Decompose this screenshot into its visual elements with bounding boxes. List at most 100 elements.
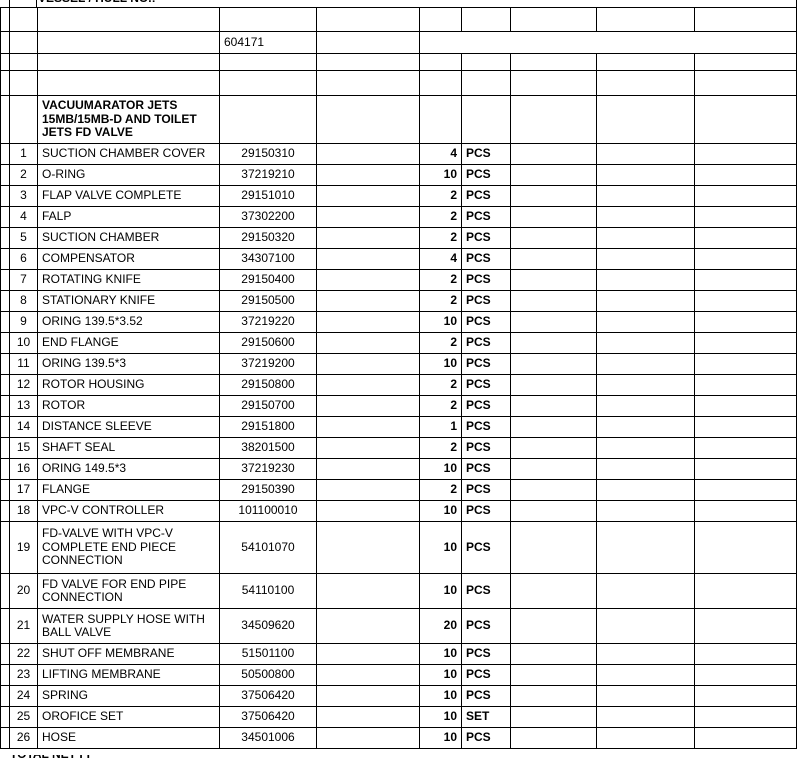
cell-desc_del[interactable] <box>510 521 597 574</box>
cell-amount[interactable] <box>694 437 797 459</box>
cell-desc_del[interactable] <box>510 227 597 249</box>
cell-amount[interactable] <box>694 685 797 707</box>
cell-unit_price[interactable] <box>596 206 695 228</box>
cell-desc_del[interactable] <box>510 143 597 165</box>
cell-drawing_no[interactable] <box>316 437 420 459</box>
cell-unit_price[interactable] <box>596 706 695 728</box>
cell-desc_del[interactable] <box>510 416 597 438</box>
cell-unit_price[interactable] <box>596 608 695 644</box>
cell-desc_del[interactable] <box>510 395 597 417</box>
cell-unit_price[interactable] <box>596 643 695 665</box>
cell-drawing_no[interactable] <box>316 573 420 609</box>
cell-desc_del[interactable] <box>510 437 597 459</box>
cell-unit_price[interactable] <box>596 395 695 417</box>
cell-amount[interactable] <box>694 353 797 375</box>
cell-amount[interactable] <box>694 269 797 291</box>
cell-drawing_no[interactable] <box>316 311 420 333</box>
cell-amount[interactable] <box>694 573 797 609</box>
cell-amount[interactable] <box>694 643 797 665</box>
cell-unit_price[interactable] <box>596 248 695 270</box>
cell-amount[interactable] <box>694 206 797 228</box>
cell-amount[interactable] <box>694 332 797 354</box>
cell-drawing_no[interactable] <box>316 353 420 375</box>
cell-unit_price[interactable] <box>596 437 695 459</box>
cell-amount[interactable] <box>694 185 797 207</box>
cell-amount[interactable] <box>694 395 797 417</box>
cell-drawing_no[interactable] <box>316 643 420 665</box>
currency-value[interactable] <box>694 53 797 71</box>
cell-drawing_no[interactable] <box>316 416 420 438</box>
cell-desc_del[interactable] <box>510 685 597 707</box>
model-value[interactable]: 604171 <box>219 31 317 54</box>
cell-drawing_no[interactable] <box>316 500 420 522</box>
cell-drawing_no[interactable] <box>316 248 420 270</box>
cell-unit_price[interactable] <box>596 374 695 396</box>
cell-desc_del[interactable] <box>510 248 597 270</box>
cell-drawing_no[interactable] <box>316 143 420 165</box>
manufacturer-value[interactable] <box>37 31 220 54</box>
cell-drawing_no[interactable] <box>316 269 420 291</box>
cell-desc_del[interactable] <box>510 664 597 686</box>
cell-amount[interactable] <box>694 143 797 165</box>
cell-drawing_no[interactable] <box>316 227 420 249</box>
cell-amount[interactable] <box>694 311 797 333</box>
cell-amount[interactable] <box>694 706 797 728</box>
cell-unit_price[interactable] <box>596 458 695 480</box>
cell-desc_del[interactable] <box>510 374 597 396</box>
cell-drawing_no[interactable] <box>316 727 420 749</box>
cell-desc_del[interactable] <box>510 479 597 501</box>
cell-unit_price[interactable] <box>596 479 695 501</box>
cell-unit_price[interactable] <box>596 164 695 186</box>
cell-unit_price[interactable] <box>596 143 695 165</box>
cell-desc_del[interactable] <box>510 608 597 644</box>
cell-drawing_no[interactable] <box>316 185 420 207</box>
cell-amount[interactable] <box>694 500 797 522</box>
serial-value[interactable] <box>316 31 420 54</box>
cell-amount[interactable] <box>694 727 797 749</box>
cell-desc_del[interactable] <box>510 706 597 728</box>
cell-unit_price[interactable] <box>596 353 695 375</box>
cell-desc_del[interactable] <box>510 500 597 522</box>
cell-drawing_no[interactable] <box>316 521 420 574</box>
cell-amount[interactable] <box>694 290 797 312</box>
cell-drawing_no[interactable] <box>316 685 420 707</box>
cell-desc_del[interactable] <box>510 332 597 354</box>
cell-desc_del[interactable] <box>510 290 597 312</box>
cell-amount[interactable] <box>694 416 797 438</box>
cell-drawing_no[interactable] <box>316 206 420 228</box>
cell-drawing_no[interactable] <box>316 374 420 396</box>
cell-unit_price[interactable] <box>596 332 695 354</box>
cell-drawing_no[interactable] <box>316 290 420 312</box>
cell-amount[interactable] <box>694 521 797 574</box>
cell-unit_price[interactable] <box>596 727 695 749</box>
cell-unit_price[interactable] <box>596 521 695 574</box>
cell-desc_del[interactable] <box>510 643 597 665</box>
cell-desc_del[interactable] <box>510 353 597 375</box>
cell-drawing_no[interactable] <box>316 608 420 644</box>
cell-amount[interactable] <box>694 608 797 644</box>
cell-unit_price[interactable] <box>596 227 695 249</box>
cell-drawing_no[interactable] <box>316 479 420 501</box>
group-title-unit-price[interactable] <box>596 95 695 144</box>
cell-unit_price[interactable] <box>596 685 695 707</box>
cell-desc_del[interactable] <box>510 311 597 333</box>
cell-drawing_no[interactable] <box>316 164 420 186</box>
cell-unit_price[interactable] <box>596 269 695 291</box>
cell-unit_price[interactable] <box>596 664 695 686</box>
cell-unit_price[interactable] <box>596 290 695 312</box>
group-title-amount[interactable] <box>694 95 797 144</box>
cell-amount[interactable] <box>694 248 797 270</box>
cell-desc_del[interactable] <box>510 573 597 609</box>
cell-unit_price[interactable] <box>596 311 695 333</box>
cell-unit_price[interactable] <box>596 185 695 207</box>
cell-desc_del[interactable] <box>510 269 597 291</box>
cell-amount[interactable] <box>694 164 797 186</box>
cell-unit_price[interactable] <box>596 573 695 609</box>
cell-drawing_no[interactable] <box>316 664 420 686</box>
cell-desc_del[interactable] <box>510 206 597 228</box>
cell-amount[interactable] <box>694 374 797 396</box>
cell-unit_price[interactable] <box>596 416 695 438</box>
cell-drawing_no[interactable] <box>316 706 420 728</box>
cell-desc_del[interactable] <box>510 185 597 207</box>
cell-desc_del[interactable] <box>510 727 597 749</box>
